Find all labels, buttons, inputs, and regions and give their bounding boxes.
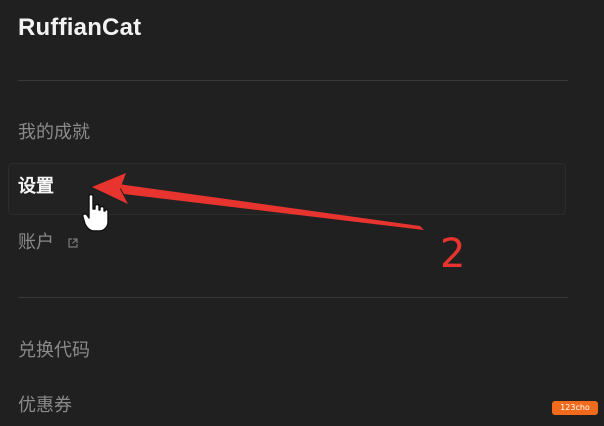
external-link-icon (68, 238, 78, 248)
step-number-annotation: 2 (440, 231, 466, 277)
menu-item-coupons[interactable]: 优惠券 (18, 395, 72, 417)
divider (18, 297, 568, 298)
menu-item-account-label: 账户 (18, 232, 54, 253)
hand-cursor-icon (82, 193, 109, 232)
username: RuffianCat (18, 14, 142, 41)
divider (18, 80, 568, 81)
menu-item-achievements[interactable]: 我的成就 (18, 122, 90, 144)
watermark-badge: 123cho (552, 401, 598, 415)
menu-item-account[interactable]: 账户 (18, 232, 78, 254)
menu-item-redeem-code[interactable]: 兑换代码 (18, 340, 90, 362)
account-menu-panel: RuffianCat 我的成就 设置 账户 兑换代码 优惠券 2 123cho (0, 0, 604, 426)
menu-item-settings[interactable]: 设置 (18, 176, 54, 198)
